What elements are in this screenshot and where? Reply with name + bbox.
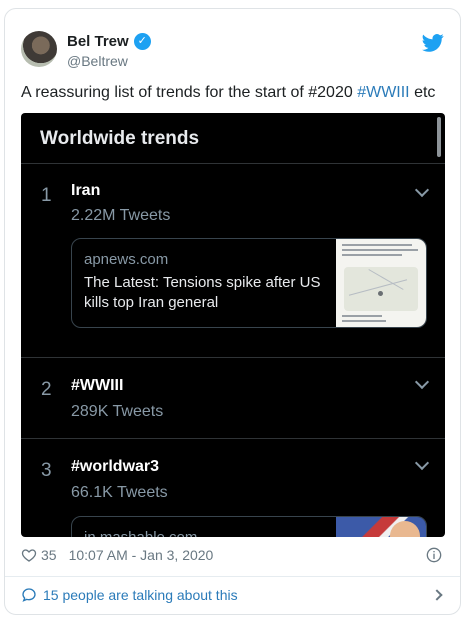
tweet-media-image[interactable]: Worldwide trends 1 Iran 2.22M Tweets apn… <box>21 113 445 537</box>
chevron-down-icon <box>414 182 430 198</box>
chevron-down-icon <box>414 455 430 471</box>
person-photo <box>390 521 420 537</box>
tweet-card: Bel Trew ✓ @Beltrew A reassuring list of… <box>4 8 461 615</box>
author-name[interactable]: Bel Trew <box>67 33 129 50</box>
map-marker <box>378 291 383 296</box>
trend-rank: 1 <box>41 185 52 206</box>
talking-count-text[interactable]: 15 people are talking about this <box>43 587 238 603</box>
verified-icon: ✓ <box>133 33 151 50</box>
trend-name: #WWIII <box>71 377 124 394</box>
conversation-link[interactable]: 15 people are talking about this <box>21 587 445 603</box>
trend-rank: 3 <box>41 460 52 481</box>
trend-name: #worldwar3 <box>71 458 160 475</box>
twitter-logo-icon[interactable] <box>422 33 444 53</box>
map-caption-line <box>342 244 412 246</box>
map-thumbnail <box>336 239 426 327</box>
footer-divider <box>5 576 460 577</box>
tweet-text-end: etc <box>409 84 436 101</box>
trend-item: 1 Iran 2.22M Tweets apnews.com The Lates… <box>21 163 445 357</box>
news-card: apnews.com The Latest: Tensions spike af… <box>71 238 427 328</box>
scrollbar <box>437 117 441 157</box>
news-headline: The Latest: Tensions spike after US kill… <box>84 274 321 311</box>
trend-count: 66.1K Tweets <box>71 484 168 501</box>
chevron-right-icon[interactable] <box>431 589 443 601</box>
map-caption-line <box>342 320 386 322</box>
trend-item: 2 #WWIII 289K Tweets <box>21 357 445 437</box>
map-caption-line <box>342 315 382 317</box>
map-land <box>344 267 418 311</box>
timestamp[interactable]: 10:07 AM - Jan 3, 2020 <box>69 547 214 563</box>
photo-thumbnail <box>336 517 426 537</box>
map-caption-line <box>342 249 418 251</box>
like-count[interactable]: 35 <box>41 547 57 563</box>
author-name-row[interactable]: Bel Trew ✓ <box>67 33 151 50</box>
trend-item: 3 #worldwar3 66.1K Tweets in.mashable.co… <box>21 438 445 537</box>
trend-name: Iran <box>71 182 101 199</box>
heart-icon[interactable] <box>21 547 37 563</box>
tweet-text-start: A reassuring list of trends for the star… <box>21 84 358 101</box>
tweet-text: A reassuring list of trends for the star… <box>21 83 441 103</box>
hashtag-link[interactable]: #WWIII <box>357 84 409 101</box>
avatar[interactable] <box>21 31 57 67</box>
trend-rank: 2 <box>41 379 52 400</box>
info-icon[interactable] <box>426 547 442 563</box>
author-handle[interactable]: @Beltrew <box>67 53 128 69</box>
trends-title: Worldwide trends <box>40 128 200 149</box>
map-caption-line <box>342 254 402 256</box>
trend-count: 2.22M Tweets <box>71 207 171 224</box>
chevron-down-icon <box>414 374 430 390</box>
tweet-meta: 35 10:07 AM - Jan 3, 2020 <box>21 547 213 563</box>
news-source: apnews.com <box>84 251 169 268</box>
comment-icon <box>22 588 36 602</box>
news-card: in.mashable.com <box>71 516 427 537</box>
trend-count: 289K Tweets <box>71 403 164 420</box>
news-source: in.mashable.com <box>84 529 197 537</box>
